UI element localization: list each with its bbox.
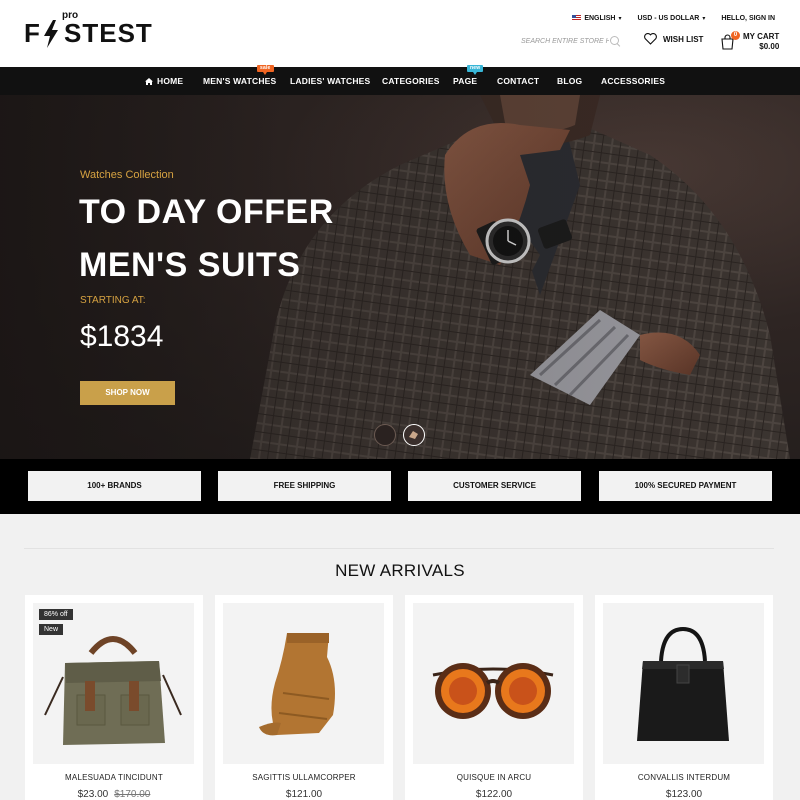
slider-dot-2[interactable] — [403, 424, 425, 446]
cart-total: $0.00 — [759, 42, 780, 51]
product-name[interactable]: SAGITTIS ULLAMCORPER — [215, 773, 393, 782]
feature-customer-service: CUSTOMER SERVICE — [408, 471, 581, 501]
us-flag-icon — [572, 15, 582, 21]
product-image[interactable] — [603, 603, 764, 764]
logo-bolt-icon — [44, 20, 58, 48]
logo-letter-f: F — [24, 18, 41, 48]
product-name[interactable]: MALESUADA TINCIDUNT — [25, 773, 203, 782]
nav-label: CATEGORIES — [382, 76, 440, 86]
feature-secured-payment: 100% SECURED PAYMENT — [599, 471, 772, 501]
product-image[interactable] — [223, 603, 384, 764]
product-name[interactable]: QUISQUE IN ARCU — [405, 773, 583, 782]
product-name[interactable]: CONVALLIS INTERDUM — [595, 773, 773, 782]
nav-item-page[interactable]: PAGE new — [453, 65, 484, 95]
folded-trousers-image — [259, 633, 335, 736]
nav-label: PAGE — [453, 76, 478, 86]
features-bar: 100+ BRANDS FREE SHIPPING CUSTOMER SERVI… — [0, 459, 800, 514]
slider-dot-1[interactable] — [374, 424, 396, 446]
nav-item-home[interactable]: HOME — [145, 67, 183, 95]
language-selector[interactable]: ENGLISH ▾ — [572, 15, 621, 22]
main-nav: HOME MEN'S WATCHES sale LADIES' WATCHES … — [0, 65, 800, 95]
product-price: $121.00 — [215, 789, 393, 800]
hero-price: $1834 — [80, 320, 164, 353]
hero-title-line-2: MEN'S SUITS — [79, 246, 301, 284]
nav-label: LADIES' WATCHES — [290, 76, 371, 86]
new-badge: New — [39, 624, 64, 635]
hero-subtitle: Watches Collection — [80, 169, 174, 181]
new-arrivals-title: NEW ARRIVALS — [335, 561, 465, 580]
chevron-down-icon: ▾ — [702, 15, 706, 22]
wishlist-link[interactable]: WISH LIST — [644, 33, 703, 45]
top-links: ENGLISH ▾ USD - US DOLLAR ▾ HELLO, SIGN … — [572, 12, 775, 24]
logo-letters: STEST — [64, 18, 153, 48]
search-input[interactable] — [521, 37, 609, 45]
site-logo[interactable]: F pro STEST — [24, 10, 174, 48]
home-icon — [145, 78, 153, 85]
nav-label: CONTACT — [497, 76, 540, 86]
shop-now-button[interactable]: SHOP NOW — [80, 381, 175, 405]
product-card[interactable]: QUISQUE IN ARCU $122.00 — [405, 595, 583, 800]
site-header: F pro STEST ENGLISH ▾ USD - US DOLLAR ▾ … — [0, 0, 800, 67]
leather-tote-image — [637, 626, 729, 741]
sunglasses-image — [432, 663, 554, 719]
nav-item-contact[interactable]: CONTACT — [497, 67, 539, 95]
wishlist-label: WISH LIST — [663, 34, 704, 44]
search-box — [521, 33, 627, 49]
cart-count-badge: 0 — [731, 31, 740, 40]
cart-link[interactable]: 0 MY CART $0.00 — [720, 31, 779, 52]
hero-title-line-1: TO DAY OFFER — [79, 193, 334, 231]
heart-icon — [644, 33, 657, 45]
product-price: $123.00 — [595, 789, 773, 800]
product-card[interactable]: SAGITTIS ULLAMCORPER $121.00 — [215, 595, 393, 800]
nav-item-categories[interactable]: CATEGORIES — [382, 67, 440, 95]
search-icon[interactable] — [609, 35, 621, 47]
chevron-down-icon: ▾ — [618, 15, 622, 22]
sign-in-link[interactable]: HELLO, SIGN IN — [721, 15, 775, 22]
nav-items: HOME MEN'S WATCHES sale LADIES' WATCHES … — [0, 65, 800, 95]
old-price: $170.00 — [114, 789, 151, 800]
product-image[interactable] — [413, 603, 574, 764]
nav-label: BLOG — [557, 76, 583, 86]
sign-in-label: HELLO, SIGN IN — [721, 14, 775, 22]
product-price: $23.00 $170.00 — [25, 789, 203, 800]
current-price: $122.00 — [475, 789, 513, 800]
slide-thumbnail-icon — [409, 431, 418, 439]
feature-brands: 100+ BRANDS — [28, 471, 201, 501]
currency-label: USD - US DOLLAR — [637, 14, 700, 22]
current-price: $123.00 — [665, 789, 703, 800]
nav-item-ladies-watches[interactable]: LADIES' WATCHES — [290, 67, 370, 95]
current-price: $23.00 — [77, 789, 109, 800]
currency-selector[interactable]: USD - US DOLLAR ▾ — [637, 15, 705, 22]
product-card[interactable]: 86% off New MALESUADA TINCIDUNT $23.00 $1… — [25, 595, 203, 800]
nav-item-accessories[interactable]: ACCESSORIES — [601, 67, 665, 95]
nav-label: HOME — [157, 76, 184, 86]
nav-label: MEN'S WATCHES — [203, 76, 277, 86]
discount-badge: 86% off — [39, 609, 73, 620]
nav-label: ACCESSORIES — [601, 76, 666, 86]
product-price: $122.00 — [405, 789, 583, 800]
sale-badge: sale — [257, 65, 274, 75]
cart-label: MY CART — [743, 32, 780, 41]
language-label: ENGLISH — [584, 14, 616, 22]
hero-starting-label: STARTING AT: — [80, 295, 146, 306]
product-card[interactable]: CONVALLIS INTERDUM $123.00 — [595, 595, 773, 800]
new-badge: new — [467, 65, 484, 75]
hero-slider: Watches Collection TO DAY OFFER MEN'S SU… — [0, 95, 800, 459]
feature-free-shipping: FREE SHIPPING — [218, 471, 391, 501]
section-divider — [24, 548, 774, 549]
current-price: $121.00 — [285, 789, 323, 800]
cart-icon-wrap: 0 — [720, 31, 740, 50]
cart-text: MY CART $0.00 — [743, 32, 779, 52]
nav-item-blog[interactable]: BLOG — [557, 67, 582, 95]
nav-item-mens-watches[interactable]: MEN'S WATCHES sale — [203, 65, 277, 95]
